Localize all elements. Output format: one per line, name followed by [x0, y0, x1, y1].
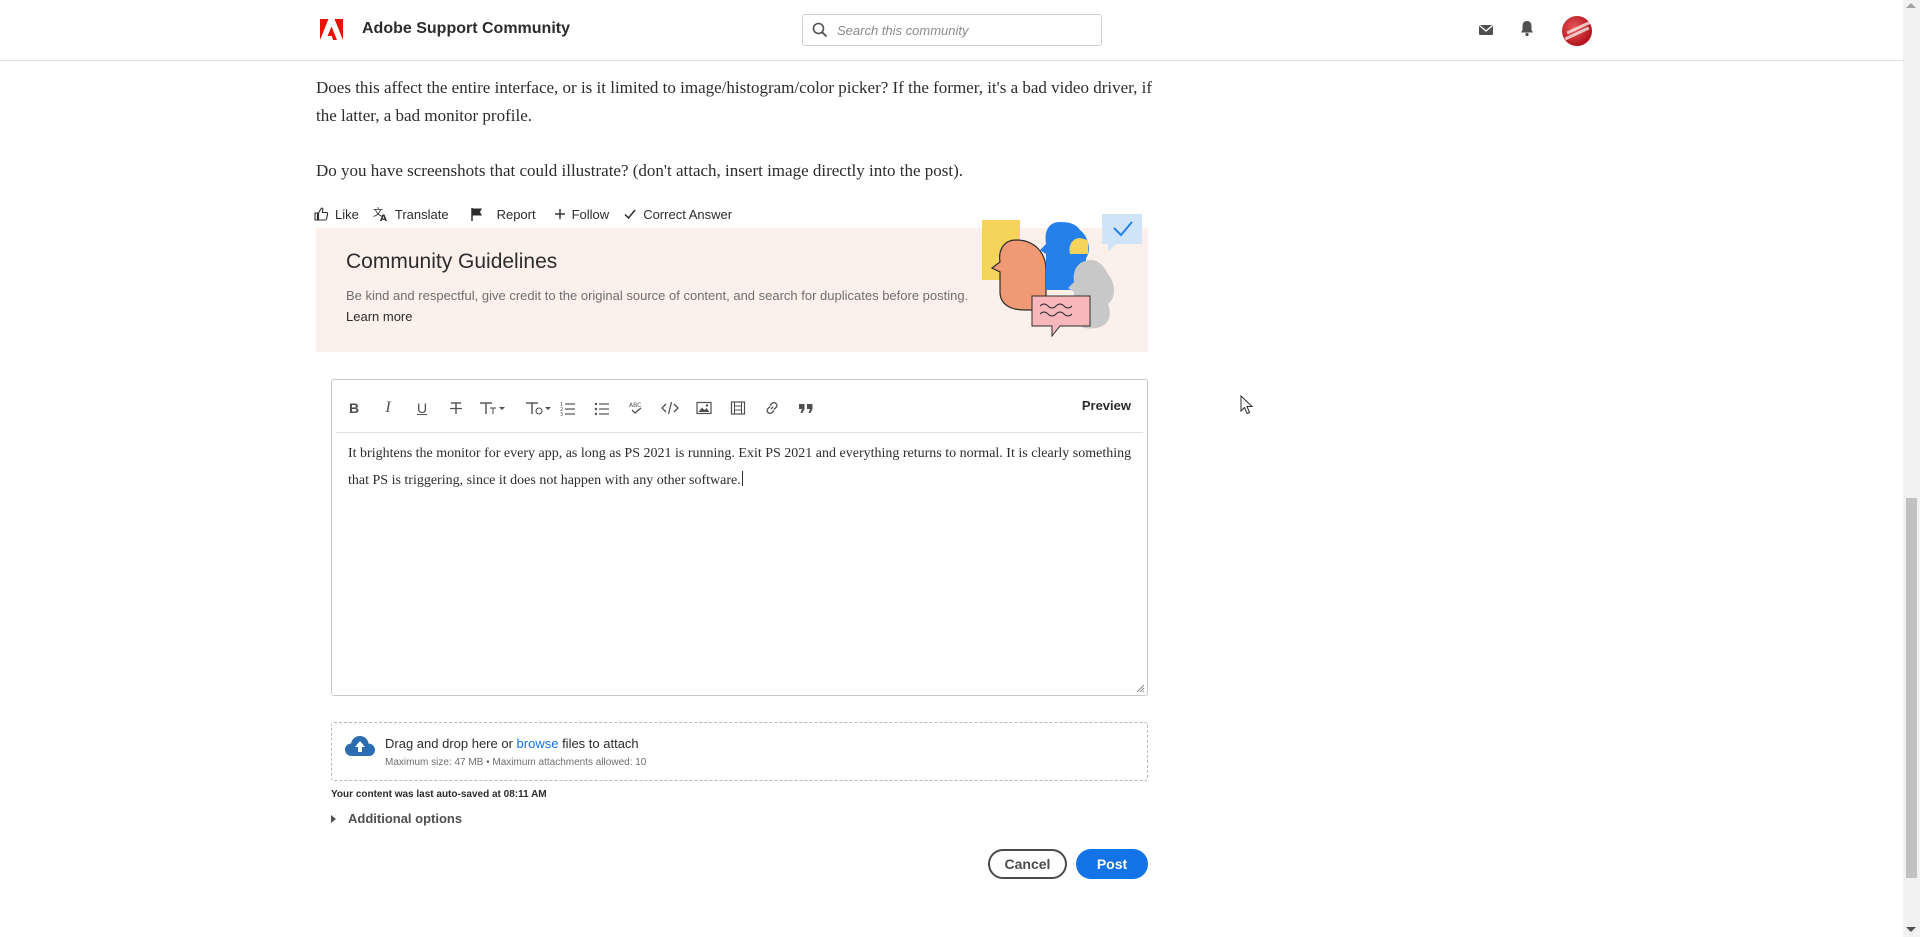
- scroll-up-arrow-icon[interactable]: [1906, 3, 1916, 8]
- editor-text-area[interactable]: It brightens the monitor for every app, …: [348, 440, 1138, 494]
- editor-content: It brightens the monitor for every app, …: [348, 446, 1132, 488]
- correct-answer-button[interactable]: Correct Answer: [623, 207, 732, 222]
- guidelines-title: Community Guidelines: [346, 250, 558, 273]
- caret-right-icon: [331, 814, 336, 823]
- post-button[interactable]: Post: [1076, 849, 1148, 879]
- learn-more-link[interactable]: Learn more: [346, 309, 412, 324]
- reply-editor: B I U 1 2 3 ABC Preview It brightens the…: [331, 379, 1148, 696]
- mail-icon[interactable]: [1477, 21, 1495, 39]
- adobe-logo-icon[interactable]: [320, 19, 343, 40]
- cancel-button[interactable]: Cancel: [988, 849, 1067, 879]
- attachment-dropzone[interactable]: Drag and drop here or browse files to at…: [331, 722, 1148, 781]
- quote-icon: [799, 404, 813, 413]
- report-button[interactable]: Report: [469, 206, 536, 222]
- insert-image-button[interactable]: [695, 396, 713, 420]
- italic-button[interactable]: I: [380, 396, 396, 420]
- post-paragraph-2: Do you have screenshots that could illus…: [316, 161, 963, 180]
- flag-icon: [470, 208, 482, 221]
- resize-handle-icon[interactable]: [1135, 683, 1145, 693]
- search-icon[interactable]: [812, 22, 828, 38]
- additional-options-toggle[interactable]: Additional options: [331, 811, 462, 826]
- scrollbar-thumb[interactable]: [1906, 498, 1917, 878]
- post-paragraph-1: Does this affect the entire interface, o…: [316, 78, 1152, 125]
- translate-label: Translate: [394, 206, 449, 222]
- browse-link[interactable]: browse: [517, 736, 559, 751]
- report-label: Report: [496, 206, 536, 222]
- text-color-dropdown[interactable]: [524, 396, 552, 420]
- mouse-pointer-icon: [1240, 395, 1254, 415]
- autosave-status: Your content was last auto-saved at 08:1…: [331, 789, 547, 800]
- text-caret: [741, 471, 743, 486]
- code-icon: [661, 401, 679, 415]
- spellcheck-icon: ABC: [629, 402, 642, 414]
- image-icon: [696, 401, 712, 415]
- quote-button[interactable]: [797, 396, 815, 420]
- translate-icon: 文 A: [373, 206, 387, 222]
- community-illustration-icon: [982, 214, 1142, 338]
- text-style-icon: [526, 402, 551, 415]
- correct-answer-label: Correct Answer: [643, 206, 733, 222]
- insert-video-button[interactable]: [729, 396, 747, 420]
- insert-link-button[interactable]: [763, 396, 781, 420]
- bullet-list-button[interactable]: [593, 396, 611, 420]
- like-label: Like: [335, 206, 359, 222]
- numbered-list-icon: 1 2 3: [560, 402, 575, 416]
- translate-button[interactable]: 文 A Translate: [373, 206, 449, 222]
- strikethrough-button[interactable]: [447, 396, 465, 420]
- video-icon: [730, 401, 746, 415]
- preview-button[interactable]: Preview: [1082, 398, 1131, 413]
- editor-toolbar: B I U 1 2 3 ABC Preview: [336, 384, 1143, 433]
- underline-button[interactable]: U: [414, 396, 430, 420]
- user-avatar[interactable]: [1562, 16, 1592, 46]
- search-box[interactable]: [802, 14, 1102, 46]
- follow-label: Follow: [571, 206, 610, 222]
- link-icon: [766, 402, 778, 414]
- code-button[interactable]: [661, 396, 679, 420]
- attachment-limits: Maximum size: 47 MB • Maximum attachment…: [385, 757, 647, 768]
- font-size-icon: [480, 402, 505, 414]
- plus-icon: [554, 209, 565, 219]
- like-button[interactable]: Like: [313, 206, 359, 222]
- strikethrough-icon: [450, 402, 462, 414]
- attachment-instructions: Drag and drop here or browse files to at…: [385, 736, 639, 751]
- bullet-list-icon: [594, 402, 609, 416]
- svg-text:ABC: ABC: [629, 402, 641, 409]
- attach-text: files to attach: [558, 736, 639, 751]
- spellcheck-button[interactable]: ABC: [627, 396, 645, 420]
- font-size-dropdown[interactable]: [478, 396, 506, 420]
- community-guidelines-banner: Community Guidelines Be kind and respect…: [316, 214, 1148, 352]
- guidelines-description: Be kind and respectful, give credit to t…: [346, 288, 969, 303]
- additional-options-label: Additional options: [348, 811, 463, 826]
- bell-icon[interactable]: [1518, 19, 1536, 37]
- site-title[interactable]: Adobe Support Community: [362, 20, 570, 38]
- post-actions: Like 文 A Translate Report Follow Correct…: [313, 203, 746, 225]
- bold-button[interactable]: B: [346, 396, 362, 420]
- top-header: Adobe Support Community: [0, 0, 1903, 61]
- svg-text:3: 3: [560, 412, 563, 416]
- follow-button[interactable]: Follow: [554, 206, 610, 222]
- cloud-upload-icon: [345, 736, 375, 756]
- checkmark-icon: [624, 209, 636, 220]
- search-input[interactable]: [837, 20, 1092, 40]
- numbered-list-button[interactable]: 1 2 3: [559, 396, 577, 420]
- drag-text: Drag and drop here or: [385, 736, 517, 751]
- thumbs-up-icon: [314, 207, 329, 221]
- svg-text:A: A: [380, 214, 387, 222]
- scroll-down-arrow-icon[interactable]: [1906, 927, 1916, 932]
